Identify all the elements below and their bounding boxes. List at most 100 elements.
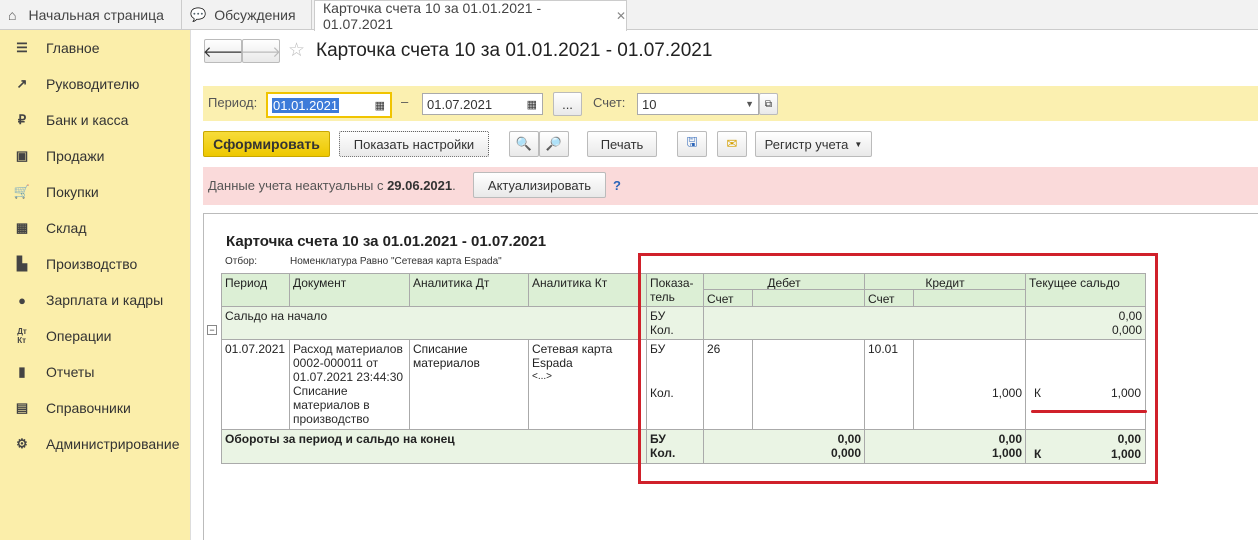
account-value: 10 bbox=[642, 96, 657, 112]
row-document[interactable]: Расход материалов 0002-000011 от 01.07.2… bbox=[290, 340, 410, 430]
show-settings-label: Показать настройки bbox=[353, 136, 475, 152]
row-period: 01.07.2021 bbox=[221, 340, 290, 430]
account-label: Счет: bbox=[593, 95, 626, 110]
date-to-field[interactable]: 01.07.2021 ▦ bbox=[422, 93, 543, 115]
totals-label: Обороты за период и сальдо на конец bbox=[221, 430, 647, 464]
show-settings-button[interactable]: Показать настройки bbox=[339, 131, 489, 157]
period-select-button[interactable]: ... bbox=[553, 92, 582, 116]
close-icon[interactable]: ✕ bbox=[616, 9, 626, 23]
sidebar-item-manager[interactable]: ↗ Руководителю bbox=[0, 66, 191, 102]
warning-message: Данные учета неактуальны с bbox=[208, 178, 388, 193]
sidebar-item-operations[interactable]: Дт Кт Операции bbox=[0, 318, 191, 354]
warning-dot: . bbox=[452, 178, 456, 193]
back-button[interactable]: 🡐 bbox=[202, 39, 244, 63]
col-period-header: Период bbox=[221, 273, 290, 307]
mail-icon: ✉ bbox=[726, 136, 738, 151]
sidebar-item-label: Производство bbox=[46, 256, 138, 272]
sidebar-item-warehouse[interactable]: ▦ Склад bbox=[0, 210, 191, 246]
col-document-header: Документ bbox=[290, 273, 410, 307]
sidebar-item-label: Главное bbox=[46, 40, 100, 56]
highlight-box bbox=[638, 253, 1158, 484]
sidebar-item-label: Продажи bbox=[46, 148, 105, 164]
factory-icon: ▙ bbox=[17, 256, 27, 271]
sidebar-item-catalogs[interactable]: ▤ Справочники bbox=[0, 390, 191, 426]
actualize-button[interactable]: Актуализировать bbox=[473, 172, 606, 198]
sidebar-item-bank[interactable]: ₽ Банк и касса bbox=[0, 102, 191, 138]
row-an-kt-value: Сетевая карта Espada bbox=[532, 342, 613, 370]
sidebar-item-admin[interactable]: ⚙ Администрирование bbox=[0, 426, 191, 462]
sidebar-item-main[interactable]: ☰ Главное bbox=[0, 30, 191, 66]
sidebar-item-salary[interactable]: ● Зарплата и кадры bbox=[0, 282, 191, 318]
warning-date: 29.06.2021 bbox=[387, 178, 453, 193]
dt-kt-icon: Дт Кт bbox=[17, 327, 27, 345]
calendar-icon[interactable]: ▦ bbox=[527, 98, 537, 111]
print-label: Печать bbox=[600, 136, 644, 152]
tab-home-label: Начальная страница bbox=[28, 7, 164, 23]
sidebar-item-label: Руководителю bbox=[46, 76, 140, 92]
highlight-underline bbox=[1031, 410, 1147, 413]
tab-account-card[interactable]: Карточка счета 10 за 01.01.2021 - 01.07.… bbox=[314, 0, 627, 32]
warning-text: Данные учета неактуальны с 29.06.2021. bbox=[208, 178, 456, 193]
sidebar-item-label: Отчеты bbox=[46, 364, 95, 380]
menu-icon: ☰ bbox=[16, 40, 28, 55]
collapse-toggle[interactable]: − bbox=[207, 325, 217, 335]
gear-icon: ⚙ bbox=[16, 436, 28, 451]
sidebar-item-label: Справочники bbox=[46, 400, 131, 416]
search-icon: 🔍 bbox=[515, 136, 533, 151]
tab-discussions-label: Обсуждения bbox=[214, 7, 296, 23]
sidebar-item-label: Операции bbox=[46, 328, 112, 344]
row-an-kt: Сетевая карта Espada <...> bbox=[529, 340, 647, 430]
ruble-icon: ₽ bbox=[17, 112, 27, 127]
cart-icon: 🛒 bbox=[13, 184, 31, 199]
bar-chart-icon: ▮ bbox=[18, 364, 26, 379]
date-from-value: 01.01.2021 bbox=[272, 97, 340, 113]
chevron-down-icon[interactable]: ▼ bbox=[745, 99, 754, 109]
tab-bar: ⌂ Начальная страница 💬 Обсуждения Карточ… bbox=[0, 0, 1258, 32]
row-an-dt: Списание материалов bbox=[410, 340, 529, 430]
bag-icon: ▣ bbox=[15, 148, 29, 163]
sidebar-item-label: Банк и касса bbox=[46, 112, 129, 128]
sidebar-item-production[interactable]: ▙ Производство bbox=[0, 246, 191, 282]
book-icon: ▤ bbox=[15, 400, 29, 415]
tab-home[interactable]: ⌂ Начальная страница bbox=[0, 0, 182, 30]
account-field[interactable]: 10 ▼ bbox=[637, 93, 759, 115]
report-title: Карточка счета 10 за 01.01.2021 - 01.07.… bbox=[226, 233, 547, 250]
arrow-left-icon: 🡐 bbox=[202, 43, 244, 61]
arrow-right-icon: 🡒 bbox=[240, 43, 282, 61]
open-account-button[interactable]: ⧉ bbox=[759, 93, 778, 115]
forward-button[interactable]: 🡒 bbox=[240, 39, 282, 63]
actualize-label: Актуализировать bbox=[487, 177, 592, 193]
col-an-kt-header: Аналитика Кт bbox=[529, 273, 647, 307]
generate-button[interactable]: Сформировать bbox=[203, 131, 330, 157]
save-icon: 🖫 bbox=[686, 134, 698, 149]
sidebar-item-reports[interactable]: ▮ Отчеты bbox=[0, 354, 191, 390]
sidebar-item-label: Склад bbox=[46, 220, 87, 236]
help-icon[interactable]: ? bbox=[613, 178, 621, 193]
register-dropdown[interactable]: Регистр учета ▼ bbox=[755, 131, 872, 157]
page-title: Карточка счета 10 за 01.01.2021 - 01.07.… bbox=[316, 40, 713, 61]
generate-label: Сформировать bbox=[213, 136, 320, 152]
tab-discussions[interactable]: 💬 Обсуждения bbox=[182, 0, 312, 30]
date-from-field[interactable]: 01.01.2021 ▦ bbox=[266, 92, 392, 118]
star-icon[interactable]: ☆ bbox=[288, 39, 305, 62]
print-button[interactable]: Печать bbox=[587, 131, 657, 157]
open-icon: ⧉ bbox=[764, 98, 773, 110]
calendar-icon[interactable]: ▦ bbox=[375, 99, 385, 112]
report-area: Карточка счета 10 за 01.01.2021 - 01.07.… bbox=[203, 213, 1258, 540]
sidebar-item-label: Покупки bbox=[46, 184, 99, 200]
col-an-dt-header: Аналитика Дт bbox=[410, 273, 529, 307]
sidebar-item-label: Зарплата и кадры bbox=[46, 292, 164, 308]
email-button[interactable]: ✉ bbox=[717, 131, 747, 157]
period-dash: – bbox=[401, 94, 409, 109]
date-to-value: 01.07.2021 bbox=[427, 96, 493, 112]
sidebar: ☰ Главное ↗ Руководителю ₽ Банк и касса ▣ Пр… bbox=[0, 30, 191, 540]
search-cancel-button[interactable]: 🔎 bbox=[539, 131, 569, 157]
row-an-kt-more: <...> bbox=[532, 371, 553, 382]
save-button[interactable]: 🖫 bbox=[677, 131, 707, 157]
home-icon: ⌂ bbox=[8, 7, 17, 23]
search-button[interactable]: 🔍 bbox=[509, 131, 539, 157]
sidebar-item-purchases[interactable]: 🛒 Покупки bbox=[0, 174, 191, 210]
person-icon: ● bbox=[18, 292, 26, 308]
sidebar-item-sales[interactable]: ▣ Продажи bbox=[0, 138, 191, 174]
grid-icon: ▦ bbox=[15, 220, 29, 235]
